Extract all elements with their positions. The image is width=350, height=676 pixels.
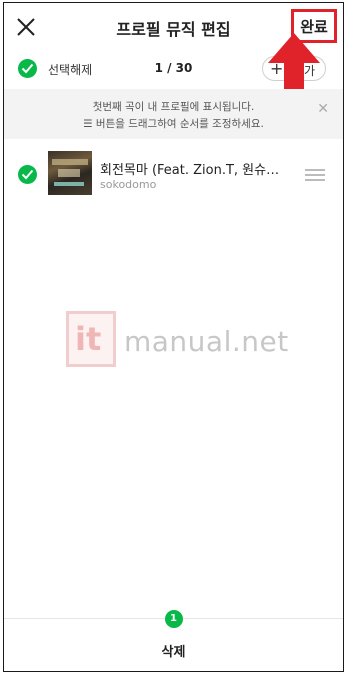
app-frame: 프로필 뮤직 편집 완료 선택해제 1 / 30 + 가 첫번째 곡이 내 프로… xyxy=(3,2,344,672)
notice-line-2: ☰ 버튼을 드래그하여 순서를 조정하세요. xyxy=(83,118,264,130)
watermark-logo: it xyxy=(66,311,116,367)
album-art xyxy=(48,151,92,195)
footer-bar: 1 삭제 xyxy=(4,610,343,671)
song-title: 회전목마 (Feat. Zion.T, 원슈… xyxy=(100,163,280,178)
song-list-item[interactable]: 회전목마 (Feat. Zion.T, 원슈… sokodomo xyxy=(4,147,343,203)
check-icon xyxy=(21,169,34,180)
select-all-checkbox[interactable] xyxy=(18,59,37,78)
check-icon xyxy=(21,63,34,74)
notice-banner: 첫번째 곡이 내 프로필에 표시됩니다. ☰ 버튼을 드래그하여 순서를 조정하… xyxy=(4,89,343,139)
close-icon xyxy=(17,18,35,36)
watermark: it manual.net xyxy=(66,311,290,373)
notice-line-1: 첫번째 곡이 내 프로필에 표시됩니다. xyxy=(92,101,255,113)
deselect-label[interactable]: 선택해제 xyxy=(48,61,92,78)
drag-handle-icon[interactable] xyxy=(305,169,325,181)
selected-count-badge: 1 xyxy=(164,610,183,628)
delete-button[interactable]: 삭제 xyxy=(4,641,343,660)
close-button[interactable] xyxy=(14,15,38,39)
notice-close-icon[interactable]: ✕ xyxy=(317,101,329,117)
song-artist: sokodomo xyxy=(100,178,157,191)
watermark-text: manual.net xyxy=(124,325,289,358)
song-checkbox[interactable] xyxy=(18,165,37,184)
